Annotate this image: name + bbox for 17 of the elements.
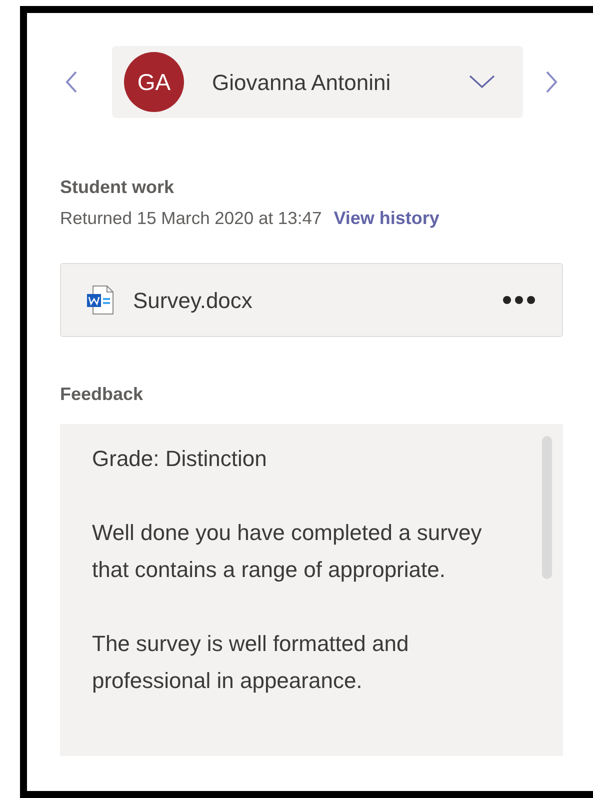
returned-status: Returned 15 March 2020 at 13:47 <box>60 207 322 230</box>
student-selector[interactable]: GA Giovanna Antonini <box>112 46 523 118</box>
chevron-left-icon <box>64 70 78 94</box>
file-name: Survey.docx <box>133 286 252 315</box>
feedback-paragraph: The survey is well formatted and professional in appearance. <box>92 630 410 695</box>
feedback-paragraph: Grade: Distinction <box>92 445 268 473</box>
feedback-paragraph: Well done you have completed a survey that contains a range of appropriate. <box>92 519 483 584</box>
chevron-right-icon <box>545 70 559 94</box>
view-history-link[interactable]: View history <box>334 205 440 232</box>
section-heading: Student work <box>60 176 176 199</box>
file-card[interactable]: Survey.docx <box>60 263 563 337</box>
more-icon <box>502 295 536 305</box>
word-document-icon <box>85 284 115 316</box>
avatar: GA <box>124 52 184 112</box>
section-heading: Feedback <box>60 383 144 406</box>
scrollbar-thumb[interactable] <box>542 436 552 579</box>
chevron-down-icon <box>469 75 495 89</box>
